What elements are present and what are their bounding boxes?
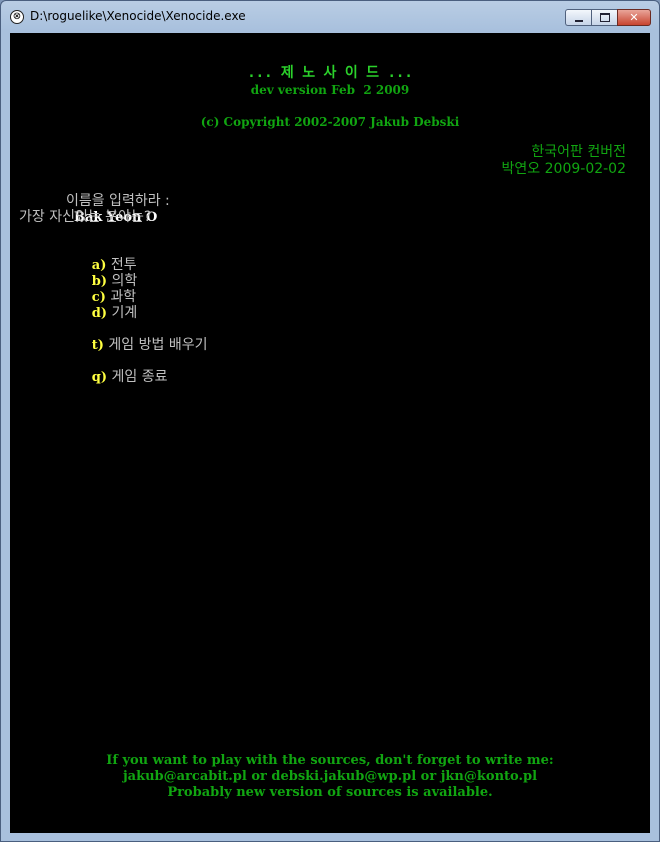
minimize-icon [574, 19, 583, 22]
minimize-button[interactable] [565, 9, 591, 26]
menu-key: d) [91, 306, 108, 321]
copyright-text: (c) Copyright 2002-2007 Jakub Debski [200, 115, 460, 129]
title-bar[interactable]: ⊗ D:\roguelike\Xenocide\Xenocide.exe ✕ [1, 1, 659, 33]
name-label: 이름을 입력하라 : [65, 193, 170, 209]
version-text: dev version Feb 2 2009 [250, 83, 410, 97]
menu-label: 게임 방법 배우기 [103, 337, 208, 353]
menu-key: q) [91, 370, 108, 385]
console-window: ⊗ D:\roguelike\Xenocide\Xenocide.exe ✕ .… [0, 0, 660, 842]
window-title: D:\roguelike\Xenocide\Xenocide.exe [30, 9, 246, 23]
korean-edition-text: 한국어판 컨버전 [531, 144, 626, 160]
menu-key: t) [91, 338, 104, 353]
caption-buttons: ✕ [565, 9, 651, 27]
footer-line-2: jakub@arcabit.pl or debski.jakub@wp.pl o… [122, 769, 538, 784]
menu-item-quit[interactable]: q) 게임 종료 [34, 352, 168, 402]
console-screen[interactable]: ... 제 노 사 이 드 ... dev version Feb 2 2009… [10, 33, 650, 833]
menu-label: 기계 [107, 305, 138, 321]
xenocide-app-icon[interactable]: ⊗ [10, 10, 24, 24]
question-text: 가장 자신있는 분야는? [19, 209, 152, 225]
close-button[interactable]: ✕ [617, 9, 651, 26]
close-icon: ✕ [629, 11, 639, 24]
game-title: ... 제 노 사 이 드 ... [247, 65, 413, 81]
maximize-icon [599, 13, 610, 22]
translator-text: 박연오 2009-02-02 [501, 161, 626, 177]
footer-line-3: Probably new version of sources is avail… [167, 785, 493, 800]
menu-label: 게임 종료 [107, 369, 168, 385]
footer-line-1: If you want to play with the sources, do… [106, 753, 554, 768]
maximize-button[interactable] [591, 9, 617, 26]
